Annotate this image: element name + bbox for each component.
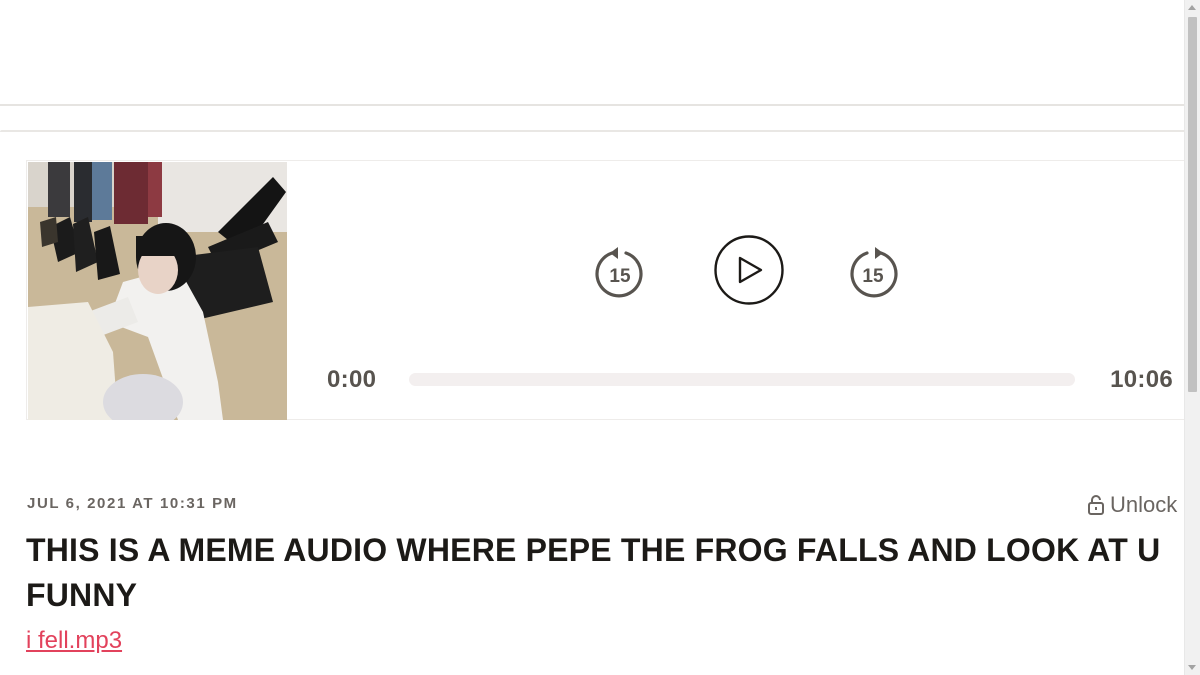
scroll-up-icon[interactable] xyxy=(1188,5,1196,10)
current-time: 0:00 xyxy=(327,366,377,393)
scroll-down-icon[interactable] xyxy=(1188,665,1196,670)
skip-forward-button[interactable]: 15 xyxy=(847,245,901,299)
header-area xyxy=(0,0,1185,106)
rewind-15-icon: 15 xyxy=(595,247,643,298)
cover-photo xyxy=(28,162,287,420)
post-date: JUL 6, 2021 AT 10:31 PM xyxy=(27,495,238,512)
progress-bar[interactable] xyxy=(409,373,1075,386)
audio-player: 15 15 0:00 10:06 xyxy=(26,160,1185,420)
unlock-icon xyxy=(1088,495,1104,515)
forward-15-icon: 15 xyxy=(850,247,898,298)
player-controls: 15 15 0:00 10:06 xyxy=(287,161,1185,419)
unlock-button[interactable]: Unlock xyxy=(1087,492,1177,518)
play-button[interactable] xyxy=(713,234,785,306)
card-divider xyxy=(0,130,1185,132)
attachment-link[interactable]: i fell.mp3 xyxy=(26,627,122,655)
post-title: THIS IS A MEME AUDIO WHERE PEPE THE FROG… xyxy=(26,532,1161,613)
scroll-thumb[interactable] xyxy=(1188,17,1197,392)
page: 15 15 0:00 10:06 JUL 6, 2021 AT 10:31 PM… xyxy=(0,0,1200,675)
play-icon xyxy=(714,235,784,305)
scrollbar[interactable] xyxy=(1184,0,1200,675)
svg-text:15: 15 xyxy=(862,266,884,287)
svg-text:15: 15 xyxy=(609,266,631,287)
unlock-label: Unlock xyxy=(1110,492,1178,517)
duration: 10:06 xyxy=(1110,366,1173,393)
skip-back-button[interactable]: 15 xyxy=(592,245,646,299)
cover-image xyxy=(28,162,287,420)
